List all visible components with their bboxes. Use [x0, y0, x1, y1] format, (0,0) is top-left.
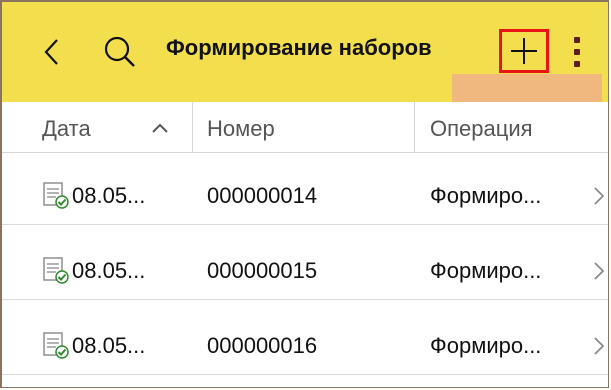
cell-number: 000000016	[207, 333, 318, 358]
cell-number: 000000014	[207, 183, 318, 208]
cell-operation: Формиро...	[430, 333, 542, 358]
cell-operation: Формиро...	[430, 258, 542, 283]
more-dot	[574, 61, 580, 67]
document-posted-icon	[43, 257, 69, 284]
toolbar: Формирование наборов	[2, 2, 608, 102]
cell-number: 000000015	[207, 258, 318, 283]
table-row[interactable]: 08.05... 000000016 Формиро...	[2, 317, 608, 375]
document-posted-icon	[43, 182, 69, 209]
chevron-right-icon	[594, 262, 605, 280]
sort-ascending-icon[interactable]	[148, 116, 172, 140]
toolbar-background-decoration	[452, 74, 602, 102]
chevron-right-icon	[594, 187, 605, 205]
table-header: Дата Номер Операция	[2, 102, 608, 153]
document-posted-icon	[43, 332, 69, 359]
plus-icon	[511, 38, 537, 64]
chevron-left-icon	[44, 39, 58, 65]
cell-date: 08.05...	[72, 183, 146, 208]
page-title: Формирование наборов	[166, 35, 432, 60]
more-dot	[574, 37, 580, 43]
column-divider	[192, 102, 193, 152]
more-menu-button[interactable]	[562, 27, 592, 77]
table-row[interactable]: 08.05... 000000015 Формиро...	[2, 242, 608, 300]
search-button[interactable]	[100, 32, 140, 72]
chevron-right-icon	[594, 337, 605, 355]
add-button[interactable]	[499, 29, 549, 73]
back-button[interactable]	[38, 32, 66, 72]
more-dot	[574, 49, 580, 55]
column-divider	[414, 102, 415, 152]
cell-date: 08.05...	[72, 258, 146, 283]
app-window: Формирование наборов Дата Номер Операция	[0, 0, 609, 388]
column-header-number[interactable]: Номер	[207, 116, 275, 142]
column-header-operation[interactable]: Операция	[430, 116, 533, 142]
cell-operation: Формиро...	[430, 183, 542, 208]
column-header-date[interactable]: Дата	[42, 116, 91, 142]
search-icon	[104, 36, 135, 67]
table-row[interactable]: 08.05... 000000014 Формиро...	[2, 167, 608, 225]
cell-date: 08.05...	[72, 333, 146, 358]
